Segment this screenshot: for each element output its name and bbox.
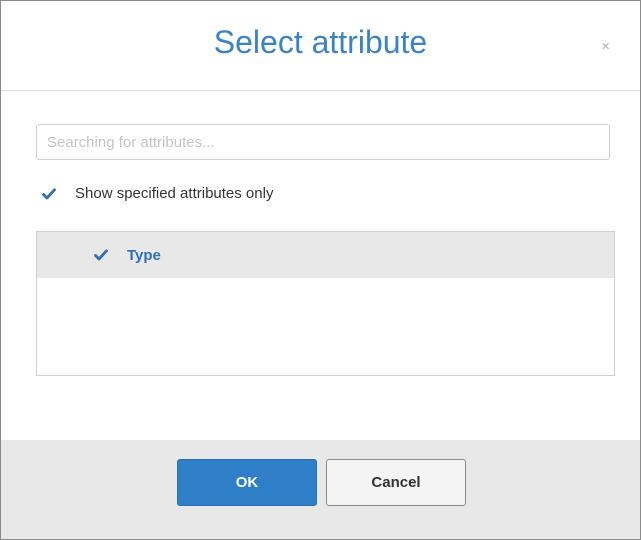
dialog-footer: OK Cancel xyxy=(1,440,640,539)
show-specified-toggle[interactable]: Show specified attributes only xyxy=(41,185,273,202)
attribute-label: Type xyxy=(127,246,161,264)
close-icon[interactable]: × xyxy=(601,39,610,54)
attribute-row-type[interactable]: Type xyxy=(37,232,614,278)
select-attribute-dialog: Select attribute × Show specified attrib… xyxy=(0,0,641,540)
cancel-button[interactable]: Cancel xyxy=(326,459,466,506)
dialog-header: Select attribute × xyxy=(1,1,640,91)
ok-button[interactable]: OK xyxy=(177,459,317,506)
attribute-search-input[interactable] xyxy=(36,124,610,160)
checkmark-icon[interactable] xyxy=(41,186,57,202)
attribute-list: Type xyxy=(36,231,615,376)
checkmark-icon[interactable] xyxy=(93,247,109,263)
show-specified-label: Show specified attributes only xyxy=(75,185,274,202)
dialog-title: Select attribute xyxy=(213,24,428,60)
